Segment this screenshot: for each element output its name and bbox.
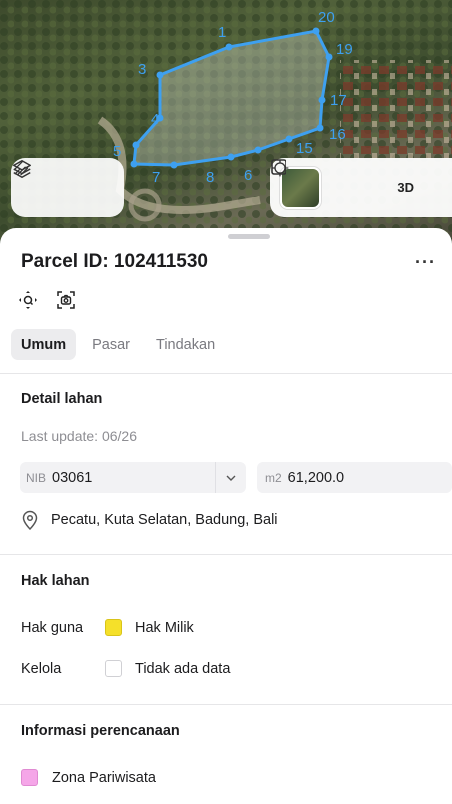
vertex-label: 16: [329, 126, 346, 143]
divider: [0, 554, 452, 555]
screenshot-button[interactable]: [56, 290, 76, 310]
vertex-label: 4: [151, 111, 159, 128]
area-field: m2 61,200.0: [257, 462, 452, 493]
zoom-search-icon: [19, 291, 37, 309]
kelola-value: Tidak ada data: [135, 660, 231, 677]
hak-guna-label: Hak guna: [21, 619, 84, 636]
tab-umum[interactable]: Umum: [11, 329, 77, 360]
zoom-to-parcel-button[interactable]: [18, 290, 38, 310]
map-view[interactable]: 1 20 19 3 17 4 16 5 15 7 8 6 3D: [0, 0, 452, 240]
nib-dropdown-button[interactable]: [215, 462, 246, 493]
fullscreen-button[interactable]: [271, 159, 452, 205]
parcel-detail-sheet: Parcel ID: 102411530 ··· Umum Pasar Tind…: [0, 228, 452, 804]
last-update-text: Last update: 06/26: [21, 428, 137, 444]
hak-guna-swatch: [105, 619, 122, 636]
kelola-row: Kelola Tidak ada data: [21, 660, 230, 677]
map-tools-panel: [11, 158, 124, 217]
toggle-3d-button[interactable]: 3D: [389, 171, 423, 205]
vertex-label: 6: [244, 167, 252, 184]
vertex-label: 5: [113, 143, 121, 160]
divider: [0, 704, 452, 705]
map-view-controls: 3D: [270, 158, 452, 217]
tab-tindakan[interactable]: Tindakan: [146, 329, 225, 360]
parcel-tools: [18, 290, 76, 310]
vertex-label: 19: [336, 41, 353, 58]
locate-button[interactable]: [271, 159, 373, 205]
parcel-title: Parcel ID: 102411530: [21, 251, 208, 272]
draw-icon: [13, 160, 29, 176]
more-options-button[interactable]: ···: [415, 252, 436, 273]
sheet-tabs: Umum Pasar Tindakan: [11, 329, 225, 360]
vertex-label: 1: [218, 24, 226, 41]
zone-swatch: [21, 769, 38, 786]
vertex-label: 3: [138, 61, 146, 78]
layers-button[interactable]: [13, 160, 62, 205]
kelola-label: Kelola: [21, 660, 62, 677]
vertex-label: 15: [296, 140, 313, 157]
sheet-drag-handle[interactable]: [228, 234, 270, 239]
area-value: 61,200.0: [287, 469, 345, 486]
zone-row: Zona Pariwisata: [21, 769, 156, 786]
vertex-label: 7: [152, 169, 160, 186]
planning-heading: Informasi perencanaan: [21, 723, 180, 739]
detail-heading: Detail lahan: [21, 391, 103, 407]
hak-guna-value: Hak Milik: [135, 619, 194, 636]
square-icon: [271, 159, 286, 175]
hak-heading: Hak lahan: [21, 573, 90, 589]
vertex-label: 20: [318, 9, 335, 26]
location-text: Pecatu, Kuta Selatan, Badung, Bali: [51, 512, 278, 528]
camera-icon: [57, 291, 75, 309]
sheet-header: Parcel ID: 102411530 ···: [21, 248, 436, 276]
hak-guna-row: Hak guna Hak Milik: [21, 619, 194, 636]
tab-pasar[interactable]: Pasar: [82, 329, 140, 360]
kelola-swatch: [105, 660, 122, 677]
draw-button[interactable]: [13, 160, 107, 205]
area-unit: m2: [265, 470, 282, 485]
nib-prefix: NIB: [26, 470, 47, 485]
nib-field[interactable]: NIB 03061: [20, 462, 246, 493]
divider: [0, 373, 452, 374]
location-pin-icon: [22, 510, 38, 530]
location-row: Pecatu, Kuta Selatan, Badung, Bali: [21, 510, 278, 530]
zone-value: Zona Pariwisata: [52, 769, 156, 786]
nib-value: 03061: [52, 469, 93, 486]
chevron-down-icon: [226, 475, 236, 481]
vertex-label: 17: [330, 92, 347, 109]
vertex-label: 8: [206, 169, 214, 186]
